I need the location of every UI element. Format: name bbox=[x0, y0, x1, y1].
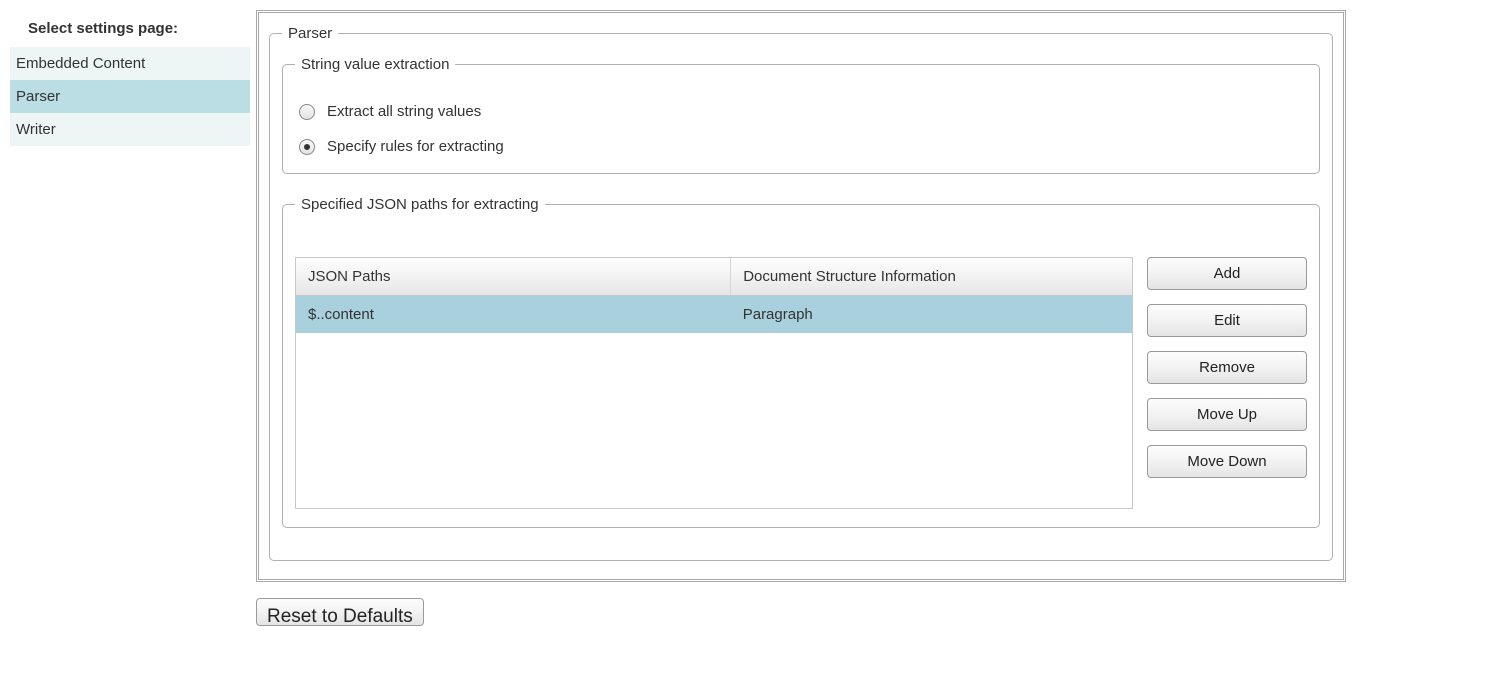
cell-structure: Paragraph bbox=[731, 296, 1132, 334]
radio-icon bbox=[299, 139, 315, 155]
json-paths-table: JSON Paths Document Structure Informatio… bbox=[296, 258, 1132, 333]
parser-fieldset: Parser String value extraction Extract a… bbox=[269, 25, 1333, 561]
radio-icon bbox=[299, 104, 315, 120]
radio-label: Extract all string values bbox=[327, 103, 481, 120]
cell-json-path: $..content bbox=[296, 296, 731, 334]
reset-to-defaults-button[interactable]: Reset to Defaults bbox=[256, 598, 424, 626]
move-down-button[interactable]: Move Down bbox=[1147, 445, 1307, 478]
extraction-radio-group: Extract all string values Specify rules … bbox=[295, 87, 1307, 155]
settings-sidebar: Select settings page: Embedded Content P… bbox=[10, 10, 250, 146]
settings-container: Select settings page: Embedded Content P… bbox=[0, 0, 1491, 626]
radio-extract-all[interactable]: Extract all string values bbox=[299, 103, 1303, 120]
footer-row: Reset to Defaults bbox=[256, 598, 1346, 626]
move-up-button[interactable]: Move Up bbox=[1147, 398, 1307, 431]
parser-legend: Parser bbox=[282, 25, 338, 42]
json-paths-fieldset: Specified JSON paths for extracting JSON… bbox=[282, 196, 1320, 528]
add-button[interactable]: Add bbox=[1147, 257, 1307, 290]
sidebar-title: Select settings page: bbox=[10, 10, 250, 47]
radio-specify-rules[interactable]: Specify rules for extracting bbox=[299, 138, 1303, 155]
edit-button[interactable]: Edit bbox=[1147, 304, 1307, 337]
remove-button[interactable]: Remove bbox=[1147, 351, 1307, 384]
string-extraction-legend: String value extraction bbox=[295, 56, 455, 73]
table-header-row: JSON Paths Document Structure Informatio… bbox=[296, 258, 1132, 296]
sidebar-item-embedded-content[interactable]: Embedded Content bbox=[10, 47, 250, 80]
sidebar-item-parser[interactable]: Parser bbox=[10, 80, 250, 113]
json-paths-buttons: Add Edit Remove Move Up Move Down bbox=[1147, 257, 1307, 509]
json-paths-legend: Specified JSON paths for extracting bbox=[295, 196, 545, 213]
outer-panel: Parser String value extraction Extract a… bbox=[256, 10, 1346, 582]
table-row[interactable]: $..content Paragraph bbox=[296, 296, 1132, 334]
string-extraction-fieldset: String value extraction Extract all stri… bbox=[282, 56, 1320, 174]
json-paths-section: JSON Paths Document Structure Informatio… bbox=[295, 227, 1307, 509]
radio-label: Specify rules for extracting bbox=[327, 138, 504, 155]
column-header-json-paths[interactable]: JSON Paths bbox=[296, 258, 731, 296]
json-paths-table-wrap: JSON Paths Document Structure Informatio… bbox=[295, 257, 1133, 509]
column-header-structure[interactable]: Document Structure Information bbox=[731, 258, 1132, 296]
sidebar-item-writer[interactable]: Writer bbox=[10, 113, 250, 146]
main-panel: Parser String value extraction Extract a… bbox=[256, 10, 1346, 626]
